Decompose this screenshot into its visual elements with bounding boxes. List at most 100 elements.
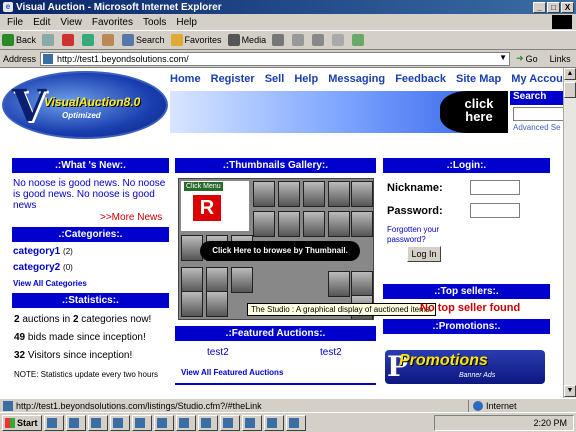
featured-item[interactable]: test2 (207, 347, 229, 358)
category-name[interactable]: category1 (13, 246, 60, 257)
menu-edit[interactable]: Edit (28, 17, 55, 28)
taskbar-app[interactable] (176, 414, 196, 431)
nav-help[interactable]: Help (294, 73, 318, 85)
nav-register[interactable]: Register (211, 73, 255, 85)
home-icon (102, 34, 115, 46)
site-logo[interactable]: V VisualAuction8.0 Optimized (2, 71, 168, 139)
stop-button[interactable] (62, 34, 76, 46)
favorites-button[interactable]: Favorites (170, 34, 222, 46)
discuss-button[interactable] (352, 34, 366, 46)
go-button[interactable]: ➜ Go (516, 53, 538, 64)
taskbar-app[interactable] (66, 414, 86, 431)
taskbar-app[interactable] (132, 414, 152, 431)
nickname-label: Nickname: (387, 182, 443, 194)
address-bar: Address http://test1.beyondsolutions.com… (0, 50, 576, 68)
menu-tools[interactable]: Tools (138, 17, 171, 28)
browse-thumbnail-button[interactable]: Click Here to browse by Thumbnail. (200, 241, 360, 261)
minimize-button[interactable]: _ (533, 2, 546, 13)
view-all-categories-link[interactable]: View All Categories (13, 279, 87, 288)
ie-icon: e (3, 2, 13, 12)
category-item[interactable]: category2 (0) (13, 262, 73, 273)
whats-new-text: No noose is good news. No noose is good … (13, 178, 166, 211)
scroll-up-icon[interactable]: ▲ (564, 68, 576, 80)
chevron-down-icon[interactable]: ▼ (499, 53, 507, 62)
category-name[interactable]: category2 (13, 262, 60, 273)
home-button[interactable] (102, 34, 116, 46)
forward-arrow-icon (42, 34, 55, 46)
clock[interactable]: 2:20 PM (533, 418, 567, 428)
taskbar-app[interactable] (198, 414, 218, 431)
menu-view[interactable]: View (55, 17, 87, 28)
password-field[interactable] (470, 203, 520, 218)
taskbar-app[interactable] (110, 414, 130, 431)
taskbar-app[interactable] (44, 414, 64, 431)
app-icon (201, 417, 211, 428)
category-item[interactable]: category1 (2) (13, 246, 73, 257)
nav-home[interactable]: Home (170, 73, 201, 85)
menu-favorites[interactable]: Favorites (87, 17, 138, 28)
history-icon (272, 34, 285, 46)
stat-bids: 49 bids made since inception! (14, 332, 146, 343)
taskbar-app[interactable] (264, 414, 284, 431)
advanced-search-link[interactable]: Advanced Se (513, 123, 561, 132)
app-icon (245, 417, 255, 428)
scroll-thumb[interactable] (564, 82, 576, 98)
menu-file[interactable]: File (2, 17, 28, 28)
start-button[interactable]: Start (2, 414, 42, 431)
address-input[interactable]: http://test1.beyondsolutions.com/ ▼ (40, 51, 511, 66)
back-button[interactable]: Back (2, 34, 36, 46)
taskbar-app[interactable] (242, 414, 262, 431)
thumbnail-image (328, 211, 350, 237)
app-icon (135, 417, 145, 428)
scroll-down-icon[interactable]: ▼ (564, 385, 576, 397)
media-button[interactable]: Media (227, 34, 266, 46)
app-icon (289, 417, 299, 428)
promo-title: Promotions (399, 352, 488, 369)
nav-messaging[interactable]: Messaging (328, 73, 385, 85)
more-news-link[interactable]: >>More News (100, 212, 162, 223)
app-icon (47, 417, 57, 428)
taskbar-app[interactable] (154, 414, 174, 431)
vertical-scrollbar[interactable]: ▲ ▼ (563, 68, 576, 398)
forward-button[interactable] (42, 34, 56, 46)
stats-note: NOTE: Statistics update every two hours (14, 370, 159, 379)
status-url: http://test1.beyondsolutions.com/listing… (16, 400, 262, 411)
taskbar-app[interactable] (220, 414, 240, 431)
nickname-field[interactable] (470, 180, 520, 195)
nav-feedback[interactable]: Feedback (395, 73, 446, 85)
click-here-banner[interactable]: click here (440, 91, 508, 133)
history-button[interactable] (272, 34, 286, 46)
window-title: Visual Auction - Microsoft Internet Expl… (16, 1, 222, 13)
edit-button[interactable] (332, 34, 346, 46)
search-input[interactable] (513, 107, 563, 121)
address-url: http://test1.beyondsolutions.com/ (57, 53, 189, 64)
close-button[interactable]: X (561, 2, 574, 13)
maximize-button[interactable]: □ (547, 2, 560, 13)
stat-auctions: 2 auctions in 2 categories now! (14, 314, 151, 325)
nav-sell[interactable]: Sell (265, 73, 285, 85)
security-zone: Internet (468, 400, 517, 412)
app-icon (91, 417, 101, 428)
refresh-button[interactable] (82, 34, 96, 46)
mail-button[interactable] (292, 34, 306, 46)
top-sellers-header: .:Top sellers:. (383, 284, 550, 299)
forgot-password-link[interactable]: Forgotten your password? (387, 225, 462, 245)
print-button[interactable] (312, 34, 326, 46)
logo-name: VisualAuction8.0 (44, 95, 141, 109)
app-icon (69, 417, 79, 428)
menu-help[interactable]: Help (171, 17, 202, 28)
thumbnail-image (351, 211, 373, 237)
thumbnail-image (278, 211, 300, 237)
links-button[interactable]: Links (550, 54, 571, 64)
search-button[interactable]: Search (122, 34, 165, 46)
taskbar-app[interactable] (88, 414, 108, 431)
nav-site-map[interactable]: Site Map (456, 73, 501, 85)
nav-my-account[interactable]: My Account (511, 73, 563, 85)
thumbnail-image (351, 271, 373, 297)
promotions-banner[interactable]: P Promotions Banner Ads (385, 350, 545, 384)
view-all-featured-link[interactable]: View All Featured Auctions (181, 368, 283, 377)
taskbar-app[interactable] (286, 414, 306, 431)
featured-header: .:Featured Auctions:. (175, 326, 376, 341)
login-button[interactable]: Log In (407, 246, 441, 262)
featured-item[interactable]: test2 (320, 347, 342, 358)
